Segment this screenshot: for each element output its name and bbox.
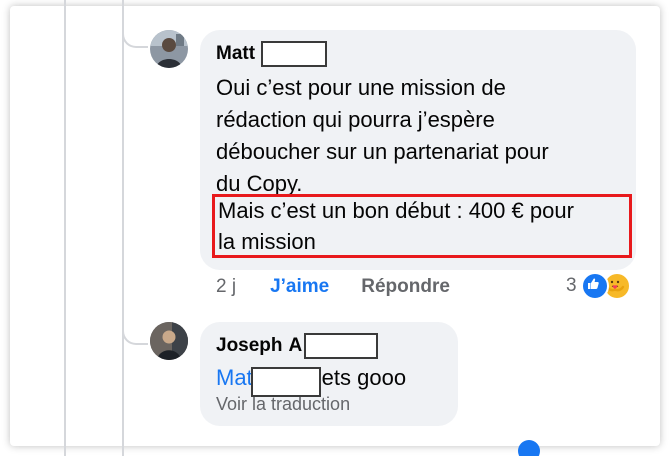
- reply-button[interactable]: Répondre: [361, 276, 450, 298]
- avatar[interactable]: [150, 30, 188, 68]
- thread-connector: [122, 28, 148, 48]
- comment-text: Matt lets gooo: [216, 362, 442, 397]
- thread-line-main: [64, 0, 66, 456]
- reaction-peek-icon: [518, 440, 540, 456]
- like-button[interactable]: J’aime: [270, 276, 329, 298]
- reaction-summary[interactable]: 3: [566, 272, 631, 300]
- thread-line-sub: [122, 0, 124, 456]
- comments-thread: Matt Oui c’est pour une mission de rédac…: [0, 0, 672, 456]
- comment-message: lets gooo: [316, 365, 407, 390]
- comment-author[interactable]: Matt: [216, 41, 620, 67]
- red-highlight-box: [212, 194, 632, 258]
- avatar-image: [150, 30, 188, 68]
- see-translation-link[interactable]: Voir la traduction: [216, 394, 442, 415]
- comment-line: Oui c’est pour une mission de: [216, 75, 506, 100]
- comment-text: Oui c’est pour une mission de rédaction …: [216, 72, 620, 200]
- redacted-box: [261, 41, 328, 67]
- thumbs-up-icon: [580, 272, 609, 300]
- comment-actions: 2 j J’aime Répondre: [216, 276, 450, 298]
- thread-connector: [122, 325, 148, 345]
- author-name[interactable]: Joseph: [216, 335, 283, 357]
- redacted-box: [250, 367, 321, 397]
- comment-bubble: Joseph A Matt lets gooo Voir la traducti…: [200, 322, 458, 426]
- comment-author[interactable]: Joseph A: [216, 333, 442, 359]
- avatar-image: [150, 322, 188, 360]
- comment-line: déboucher sur un partenariat pour: [216, 139, 549, 164]
- author-name[interactable]: Matt: [216, 43, 255, 65]
- reaction-count: 3: [566, 275, 577, 296]
- comment-line: rédaction qui pourra j’espère: [216, 107, 495, 132]
- comment-time[interactable]: 2 j: [216, 276, 236, 298]
- redacted-box: [304, 333, 379, 359]
- avatar[interactable]: [150, 322, 188, 360]
- author-initial[interactable]: A: [289, 335, 303, 357]
